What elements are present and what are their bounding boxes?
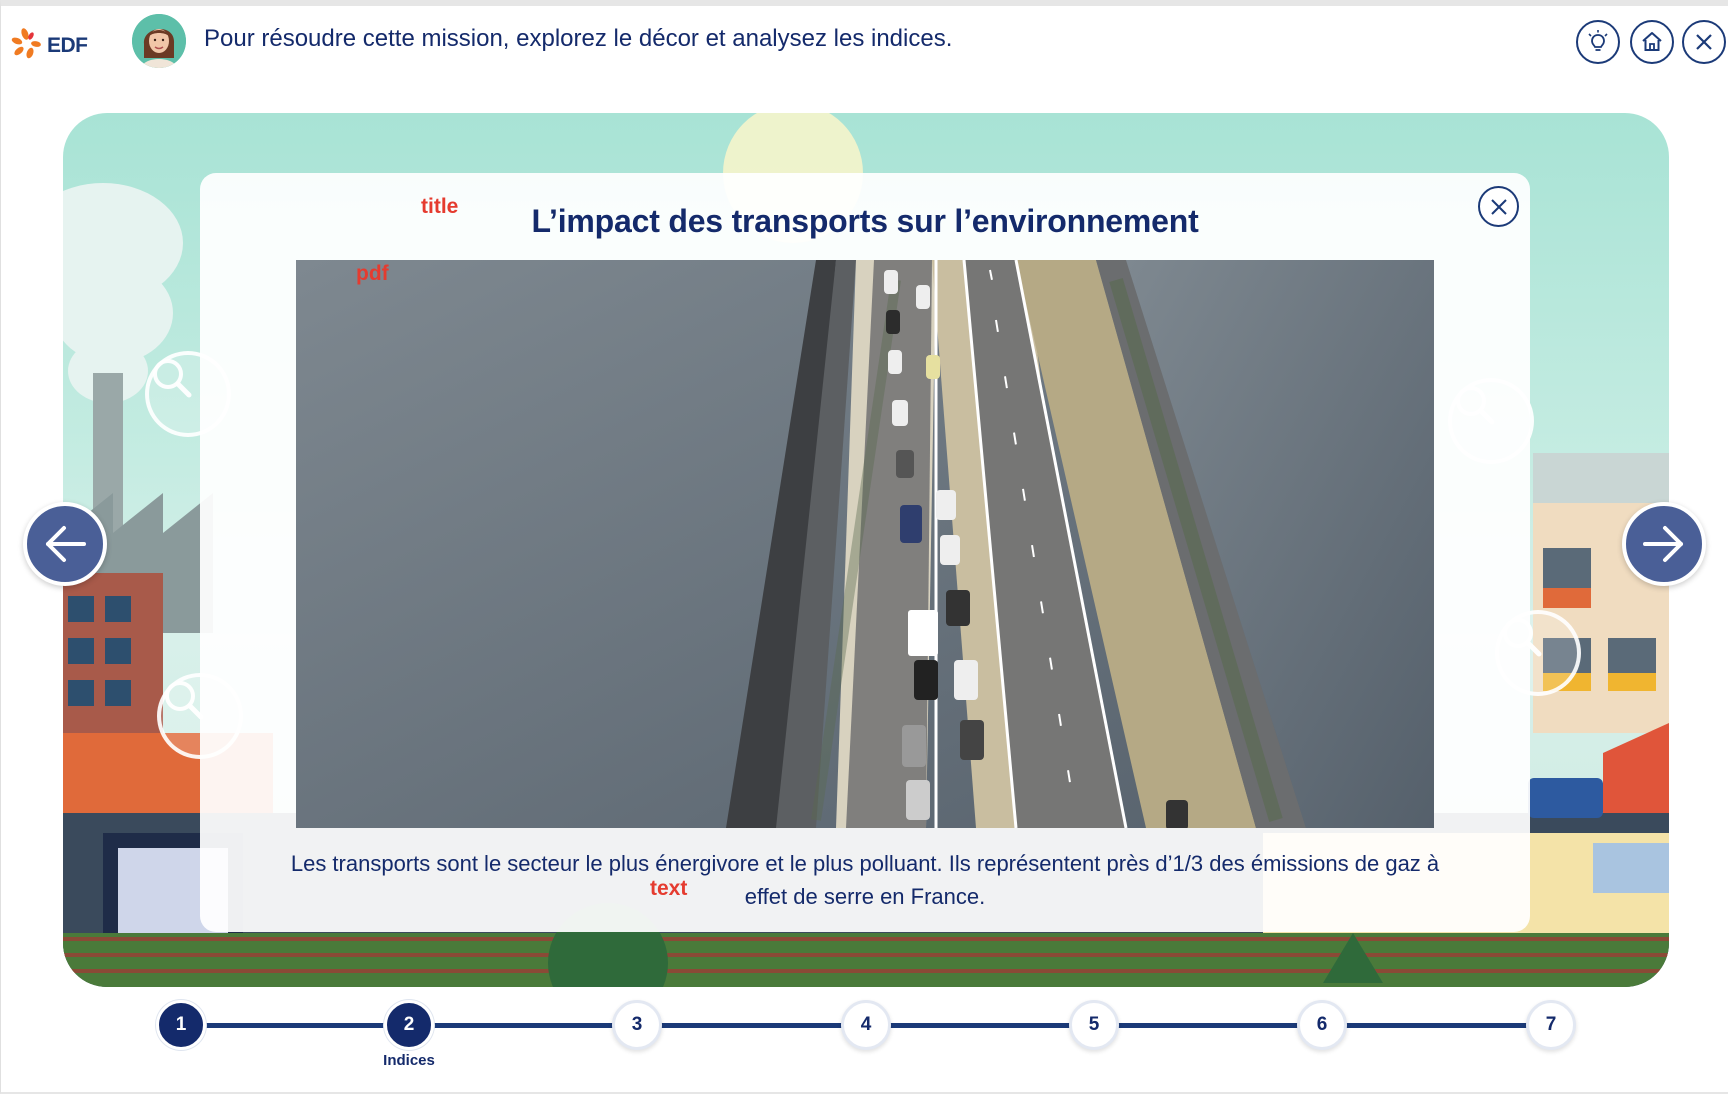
close-icon [1490, 198, 1507, 215]
step-2-label: Indices [383, 1052, 435, 1069]
step-6[interactable]: 6 [1297, 1000, 1347, 1050]
pdf-tag: pdf [356, 262, 389, 285]
edf-logo: EDF [10, 26, 90, 62]
close-app-button[interactable] [1682, 20, 1726, 64]
magnifier-icon [153, 359, 192, 398]
arrow-right-icon [1643, 526, 1683, 562]
step-2[interactable]: 2 [384, 1000, 434, 1050]
hint-button[interactable] [1576, 20, 1620, 64]
step-number: 2 [403, 1014, 415, 1035]
step-1[interactable]: 1 [156, 1000, 206, 1050]
step-number: 5 [1088, 1014, 1100, 1035]
close-icon [1696, 34, 1712, 50]
next-scene-button[interactable] [1622, 502, 1706, 586]
mission-stepper: 1 2 Indices 3 4 5 6 7 [0, 996, 1728, 1094]
step-5[interactable]: 5 [1069, 1000, 1119, 1050]
lightbulb-icon [1588, 30, 1608, 51]
arrow-left-icon [46, 526, 86, 562]
step-3[interactable]: 3 [612, 1000, 662, 1050]
step-number: 1 [175, 1014, 187, 1035]
home-button[interactable] [1630, 20, 1674, 64]
modal-title: L’impact des transports sur l’environnem… [531, 203, 1199, 239]
edf-logo-mark [11, 28, 41, 59]
step-number: 3 [631, 1014, 643, 1035]
step-number: 4 [860, 1014, 872, 1035]
highway-photo [296, 260, 1434, 828]
text-tag: text [650, 877, 688, 900]
step-7[interactable]: 7 [1526, 1000, 1576, 1050]
previous-scene-button[interactable] [23, 502, 107, 586]
modal-body-line-2: effet de serre en France. [744, 884, 986, 909]
modal-body-line-1: Les transports sont le secteur le plus é… [290, 851, 1440, 876]
edf-logo-text: EDF [47, 34, 88, 57]
modal-close-button[interactable] [1478, 186, 1519, 227]
modal-body-text: Les transports sont le secteur le plus é… [230, 847, 1500, 913]
step-number: 6 [1316, 1014, 1328, 1035]
step-number: 7 [1545, 1014, 1557, 1035]
guide-avatar [132, 14, 186, 68]
step-4[interactable]: 4 [841, 1000, 891, 1050]
header: EDF Pour résoudre cette mission, explore… [0, 6, 1728, 78]
home-icon [1642, 32, 1662, 51]
clue-modal: title L’impact des transports sur l’envi… [200, 173, 1530, 932]
mission-instruction: Pour résoudre cette mission, explorez le… [204, 25, 953, 52]
